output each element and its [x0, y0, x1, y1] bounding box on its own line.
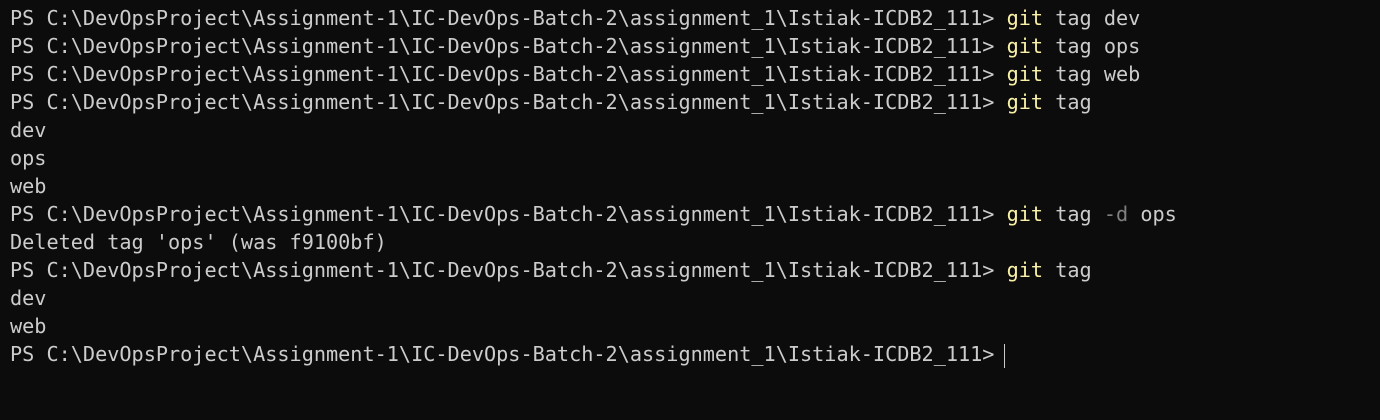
- command-args: tag ops: [1055, 34, 1141, 58]
- command-flag: -d: [1103, 202, 1129, 226]
- output-line: web: [10, 174, 47, 198]
- prompt: PS C:\DevOpsProject\Assignment-1\IC-DevO…: [10, 258, 995, 282]
- prompt: PS C:\DevOpsProject\Assignment-1\IC-DevO…: [10, 62, 995, 86]
- command-name: git: [1006, 34, 1044, 58]
- prompt: PS C:\DevOpsProject\Assignment-1\IC-DevO…: [10, 90, 995, 114]
- terminal-line-3: PS C:\DevOpsProject\Assignment-1\IC-DevO…: [10, 60, 1374, 88]
- command-args: tag: [1055, 258, 1092, 282]
- command-args: tag: [1055, 202, 1092, 226]
- command-name: git: [1006, 90, 1044, 114]
- terminal-line-8: PS C:\DevOpsProject\Assignment-1\IC-DevO…: [10, 200, 1374, 228]
- command-args: tag web: [1055, 62, 1141, 86]
- output-line: Deleted tag 'ops' (was f9100bf): [10, 230, 387, 254]
- output-line: dev: [10, 286, 47, 310]
- terminal-line-1: PS C:\DevOpsProject\Assignment-1\IC-DevO…: [10, 4, 1374, 32]
- terminal-window[interactable]: PS C:\DevOpsProject\Assignment-1\IC-DevO…: [10, 4, 1374, 414]
- prompt: PS C:\DevOpsProject\Assignment-1\IC-DevO…: [10, 34, 995, 58]
- prompt: PS C:\DevOpsProject\Assignment-1\IC-DevO…: [10, 202, 995, 226]
- active-prompt-line[interactable]: PS C:\DevOpsProject\Assignment-1\IC-DevO…: [10, 340, 1374, 368]
- text-cursor[interactable]: [1004, 343, 1006, 368]
- command-name: git: [1006, 258, 1044, 282]
- terminal-line-10: PS C:\DevOpsProject\Assignment-1\IC-DevO…: [10, 256, 1374, 284]
- prompt: PS C:\DevOpsProject\Assignment-1\IC-DevO…: [10, 342, 995, 366]
- command-args: ops: [1140, 202, 1177, 226]
- command-name: git: [1006, 62, 1044, 86]
- output-line: dev: [10, 118, 47, 142]
- terminal-line-2: PS C:\DevOpsProject\Assignment-1\IC-DevO…: [10, 32, 1374, 60]
- output-line: ops: [10, 146, 47, 170]
- command-name: git: [1006, 6, 1044, 30]
- command-args: tag: [1055, 90, 1092, 114]
- command-name: git: [1006, 202, 1044, 226]
- output-line: web: [10, 314, 47, 338]
- prompt: PS C:\DevOpsProject\Assignment-1\IC-DevO…: [10, 6, 995, 30]
- command-args: tag dev: [1055, 6, 1141, 30]
- terminal-line-4: PS C:\DevOpsProject\Assignment-1\IC-DevO…: [10, 88, 1374, 116]
